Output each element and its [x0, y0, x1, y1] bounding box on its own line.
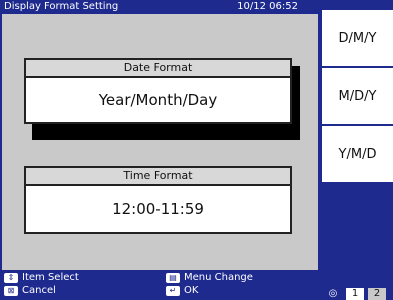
- time-format-label: Time Format: [24, 166, 292, 186]
- help-item-select: ⇕ Item Select: [4, 272, 79, 284]
- help-menu-change-label: Menu Change: [184, 272, 253, 283]
- softkey-mdy[interactable]: M/D/Y: [322, 68, 393, 126]
- main-panel: Display Format Setting 10/12 06:52 Date …: [0, 0, 320, 300]
- screen-title: Display Format Setting: [4, 1, 119, 12]
- date-format-label: Date Format: [24, 58, 292, 78]
- time-format-value[interactable]: 12:00-11:59: [24, 186, 292, 234]
- time-format-card[interactable]: Time Format 12:00-11:59: [24, 166, 292, 246]
- help-bar: ⇕ Item Select ⊠ Cancel ▤ Menu Change ↵ O…: [0, 270, 320, 300]
- help-menu-change: ▤ Menu Change: [166, 272, 253, 284]
- date-format-value[interactable]: Year/Month/Day: [24, 78, 292, 124]
- help-ok: ↵ OK: [166, 285, 198, 297]
- softkey-ymd[interactable]: Y/M/D: [322, 126, 393, 184]
- help-cancel-label: Cancel: [22, 285, 56, 296]
- page-indicator: ◎ 1 2: [320, 286, 393, 300]
- title-bar: Display Format Setting 10/12 06:52: [0, 0, 320, 14]
- date-format-card[interactable]: Date Format Year/Month/Day: [24, 58, 300, 144]
- help-ok-label: OK: [184, 285, 199, 296]
- page-next[interactable]: 2: [368, 288, 386, 300]
- softkey-panel: D/M/Y M/D/Y Y/M/D ◎ 1 2: [320, 0, 393, 300]
- help-cancel: ⊠ Cancel: [4, 285, 56, 297]
- help-item-select-label: Item Select: [22, 272, 79, 283]
- updown-arrow-icon: ⇕: [4, 273, 18, 283]
- datetime: 10/12 06:52: [237, 1, 298, 12]
- page-indicator-icon: ◎: [328, 288, 338, 299]
- menu-icon: ▤: [166, 273, 180, 283]
- enter-icon: ↵: [166, 286, 180, 296]
- softkey-dmy[interactable]: D/M/Y: [322, 10, 393, 68]
- content-area: Date Format Year/Month/Day Time Format 1…: [2, 14, 318, 270]
- cancel-icon: ⊠: [4, 286, 18, 296]
- page-current[interactable]: 1: [346, 288, 364, 300]
